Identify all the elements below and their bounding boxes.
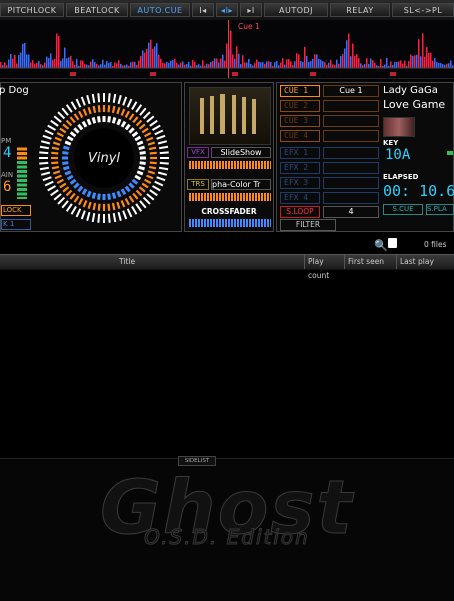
- key-sync-indicator: [447, 151, 453, 155]
- beatlock-button[interactable]: BEATLOCK: [66, 3, 128, 17]
- waveform-cue-label: Cue 1: [238, 22, 260, 31]
- add-file-icon[interactable]: [388, 238, 397, 248]
- video-preview: [189, 87, 271, 145]
- efx-1-button[interactable]: EFX 1: [280, 147, 320, 159]
- file-count: 0 files: [424, 240, 447, 249]
- relay-button[interactable]: RELAY: [330, 3, 390, 17]
- vinyl-platter[interactable]: Vinyl: [35, 89, 173, 227]
- elapsed-label: ELAPSED: [383, 173, 419, 181]
- sidelist-playlist-button[interactable]: SL<->PL: [392, 3, 454, 17]
- column-title[interactable]: Title: [116, 255, 304, 269]
- vfx-select[interactable]: SlideShow: [211, 147, 271, 158]
- efx-2-button[interactable]: EFX 2: [280, 162, 320, 174]
- deck-area: p Dog PM 4 AIN 6 LOCK K 1 Vinyl VFX Slid…: [0, 80, 454, 232]
- cue-3-button[interactable]: CUE 3: [280, 115, 320, 127]
- key-label: KEY: [383, 139, 399, 147]
- filter-button[interactable]: FILTER: [280, 219, 336, 231]
- efx-4-button[interactable]: EFX 4: [280, 192, 320, 204]
- efx-4-slot[interactable]: [323, 192, 379, 204]
- transition-select[interactable]: pha-Color Tr: [211, 179, 271, 190]
- column-spacer: [0, 255, 116, 269]
- efx-3-slot[interactable]: [323, 177, 379, 189]
- scue-button[interactable]: S.CUE: [383, 204, 423, 215]
- bottom-panel: SIDELIST Ghost O.S.D. Edition: [0, 456, 454, 601]
- playhead-marker: [228, 20, 229, 78]
- pitchlock-button[interactable]: PITCHLOCK: [0, 3, 64, 17]
- bpm-label: PM: [1, 137, 12, 145]
- track-title: Love Game: [383, 98, 446, 111]
- column-play-count[interactable]: Play count: [304, 255, 344, 280]
- jump-center-button[interactable]: ◂I▸: [216, 3, 238, 17]
- left-deck-title: p Dog: [0, 85, 29, 96]
- efx-3-button[interactable]: EFX 3: [280, 177, 320, 189]
- auto-cue-button[interactable]: AUTO.CUE: [130, 3, 190, 17]
- efx-1-slot[interactable]: [323, 147, 379, 159]
- cue-1-button[interactable]: CUE 1: [280, 85, 320, 97]
- elapsed-readout: 00: 10.6: [383, 182, 454, 200]
- vfx-slider[interactable]: [189, 161, 271, 169]
- column-first-seen[interactable]: First seen: [344, 255, 396, 269]
- cue-3-slot[interactable]: [323, 115, 379, 127]
- cue-2-slot[interactable]: [323, 100, 379, 112]
- deck-select-button[interactable]: K 1: [1, 219, 31, 230]
- cue-2-button[interactable]: CUE 2: [280, 100, 320, 112]
- browser-header: Title Play count First seen Last play: [0, 254, 454, 280]
- mixer-panel: VFX SlideShow TRS pha-Color Tr CROSSFADE…: [184, 82, 274, 232]
- autodj-button[interactable]: AUTODJ: [264, 3, 328, 17]
- top-toolbar: PITCHLOCK BEATLOCK AUTO.CUE I◂ ◂I▸ ▸I AU…: [0, 0, 454, 21]
- track-artist: Lady GaGa: [383, 85, 438, 96]
- gain-label: AIN: [1, 171, 14, 179]
- search-icon[interactable]: 🔍: [374, 239, 388, 252]
- transition-button[interactable]: TRS: [187, 179, 209, 190]
- platter-mode-label: Vinyl: [87, 151, 121, 166]
- gain-readout: 6: [3, 179, 12, 195]
- column-last-play[interactable]: Last play: [396, 255, 454, 269]
- transition-slider[interactable]: [189, 193, 271, 201]
- cue-1-slot[interactable]: Cue 1: [323, 85, 379, 97]
- right-deck-panel: CUE 1 Cue 1 CUE 2 CUE 3 CUE 4 EFX 1 EFX …: [276, 82, 454, 232]
- crossfader-slider[interactable]: [189, 219, 271, 227]
- left-deck-panel: p Dog PM 4 AIN 6 LOCK K 1 Vinyl: [0, 82, 182, 232]
- cue-4-button[interactable]: CUE 4: [280, 130, 320, 142]
- jump-end-button[interactable]: ▸I: [240, 3, 262, 17]
- jump-start-button[interactable]: I◂: [192, 3, 214, 17]
- album-art: [383, 117, 415, 137]
- key-readout: 10A: [385, 147, 411, 163]
- waveform-overview[interactable]: Cue 1: [0, 20, 454, 79]
- cue-4-slot[interactable]: [323, 130, 379, 142]
- level-meter: [17, 143, 29, 200]
- waveform-graph: [0, 30, 454, 76]
- edition-logo: O.S.D. Edition: [144, 525, 310, 550]
- sloop-button[interactable]: S.LOOP: [280, 206, 320, 218]
- sloop-value[interactable]: 4: [323, 206, 379, 218]
- crossfader-label: CROSSFADER: [201, 207, 257, 216]
- bpm-readout: 4: [3, 145, 12, 161]
- splay-button[interactable]: S.PLA: [426, 204, 454, 215]
- pitch-lock-button[interactable]: LOCK: [1, 205, 31, 216]
- vfx-button[interactable]: VFX: [187, 147, 209, 158]
- efx-2-slot[interactable]: [323, 162, 379, 174]
